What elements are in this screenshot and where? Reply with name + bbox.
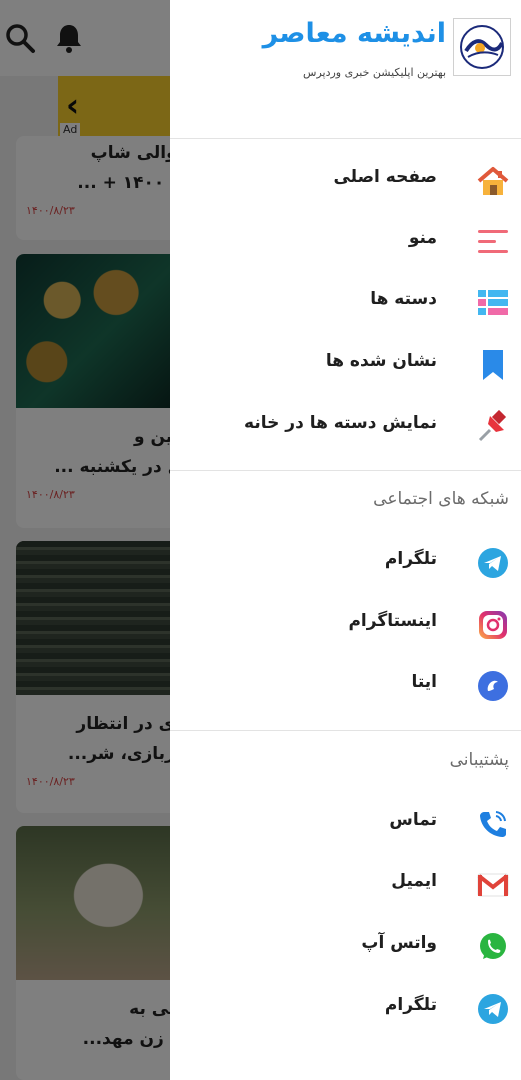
menu-item-label: تلگرام (384, 995, 437, 1015)
menu-item-label: نمایش دسته ها در خانه (244, 413, 437, 433)
menu-item-home[interactable]: صفحه اصلی (170, 153, 521, 209)
menu-item-label: تلگرام (384, 549, 437, 569)
drawer-header: اندیشه معاصر بهترین اپلیکیشن خبری وردپرس (170, 0, 521, 138)
menu-item-show-categories[interactable]: نمایش دسته ها در خانه (170, 399, 521, 455)
social-item-instagram[interactable]: اینستاگرام (170, 597, 521, 653)
menu-item-menu[interactable]: منو (170, 214, 521, 270)
social-item-eitaa[interactable]: ایتا (170, 658, 521, 714)
pin-icon (475, 409, 511, 445)
divider (170, 730, 521, 731)
instagram-icon (475, 607, 511, 643)
telegram-icon (475, 991, 511, 1027)
home-icon (475, 163, 511, 199)
email-icon (475, 867, 511, 903)
menu-item-categories[interactable]: دسته ها (170, 275, 521, 331)
divider (170, 138, 521, 139)
menu-item-label: تماس (389, 810, 437, 830)
menu-item-label: دسته ها (370, 289, 437, 309)
menu-item-label: منو (408, 228, 437, 248)
menu-item-label: ایمیل (391, 871, 437, 891)
whatsapp-icon (475, 929, 511, 965)
drawer-scrim[interactable] (0, 0, 170, 1080)
app-logo (453, 18, 511, 76)
app-title: اندیشه معاصر (262, 18, 446, 49)
divider (170, 470, 521, 471)
phone-icon (475, 806, 511, 842)
menu-item-label: واتس آپ (361, 933, 437, 953)
menu-item-label: ایتا (411, 672, 437, 692)
social-item-telegram[interactable]: تلگرام (170, 535, 521, 591)
support-item-telegram[interactable]: تلگرام (170, 981, 521, 1037)
navigation-drawer: اندیشه معاصر بهترین اپلیکیشن خبری وردپرس… (170, 0, 521, 1080)
support-item-whatsapp[interactable]: واتس آپ (170, 919, 521, 975)
menu-item-bookmarks[interactable]: نشان شده ها (170, 337, 521, 393)
categories-icon (475, 285, 511, 321)
support-item-email[interactable]: ایمیل (170, 857, 521, 913)
menu-icon (475, 224, 511, 260)
menu-item-label: نشان شده ها (325, 351, 437, 371)
menu-item-label: صفحه اصلی (333, 167, 437, 187)
support-item-phone[interactable]: تماس (170, 796, 521, 852)
bookmark-icon (475, 347, 511, 383)
section-title-support: پشتیبانی (449, 750, 509, 770)
app-subtitle: بهترین اپلیکیشن خبری وردپرس (303, 66, 446, 79)
menu-item-label: اینستاگرام (348, 611, 437, 631)
eitaa-icon (475, 668, 511, 704)
telegram-icon (475, 545, 511, 581)
section-title-social: شبکه های اجتماعی (373, 489, 509, 509)
